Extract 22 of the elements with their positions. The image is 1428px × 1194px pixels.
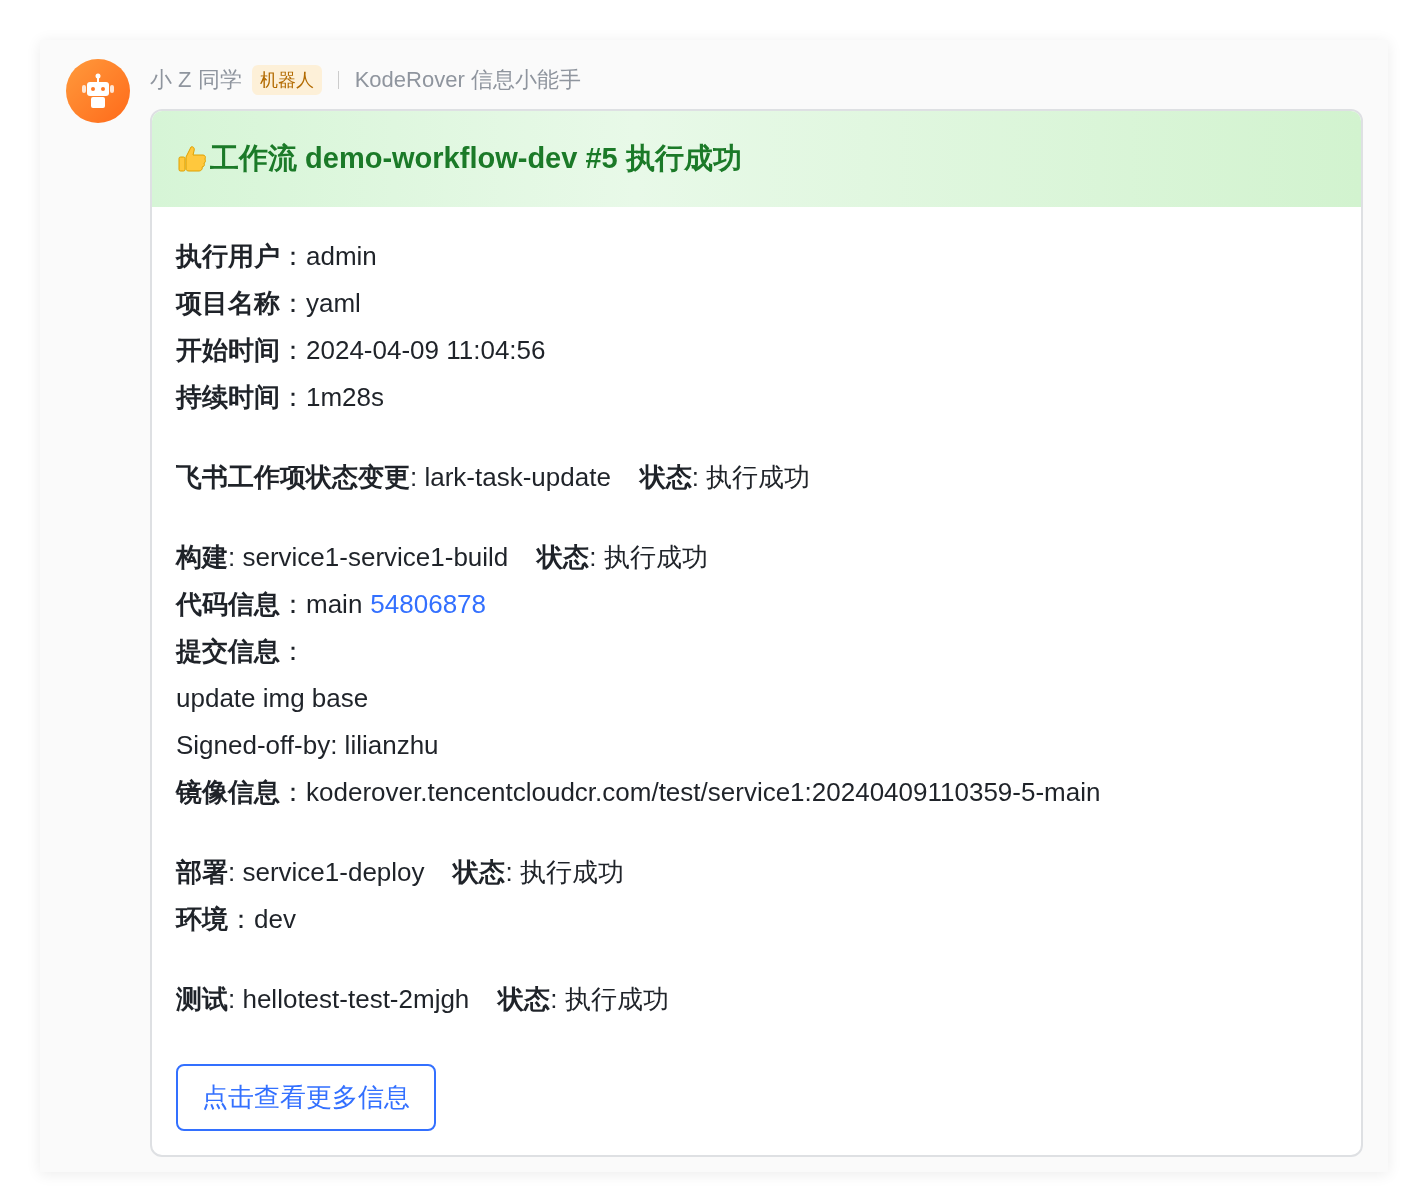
more-info-button[interactable]: 点击查看更多信息 (176, 1064, 436, 1131)
info-line: 项目名称：yaml (176, 287, 362, 320)
info-line: 执行用户：admin (176, 240, 378, 273)
card-title: 工作流 demo-workflow-dev #5 执行成功 (210, 141, 742, 176)
sender-name: 小 Z 同学 (150, 66, 242, 94)
info-line: 镜像信息：koderover.tencentcloudcr.com/test/service1:20240409110359-5-main (176, 776, 1102, 809)
info-line: 测试: hellotest-test-2mjgh 状态: 执行成功 (176, 983, 670, 1016)
info-line: 代码信息：main 54806878 (176, 588, 488, 621)
bot-badge: 机器人 (251, 65, 322, 95)
info-line: Signed-off-by: lilianzhu (176, 729, 440, 762)
info-line: update img base (176, 682, 370, 715)
info-line: 飞书工作项状态变更: lark-task-update 状态: 执行成功 (176, 461, 812, 494)
info-line: 部署: service1-deploy 状态: 执行成功 (176, 856, 625, 889)
app-name: KodeRover 信息小能手 (354, 66, 581, 94)
info-line: 构建: service1-service1-build 状态: 执行成功 (176, 541, 709, 574)
info-line: 开始时间：2024-04-09 11:04:56 (176, 334, 547, 367)
thumbs-up-icon (176, 143, 208, 175)
commit-link[interactable]: 54806878 (370, 589, 487, 619)
info-line: 环境：dev (176, 903, 297, 936)
info-line: 持续时间：1m28s (176, 381, 386, 414)
info-line: 提交信息： (176, 635, 307, 668)
robot-icon (79, 72, 117, 110)
